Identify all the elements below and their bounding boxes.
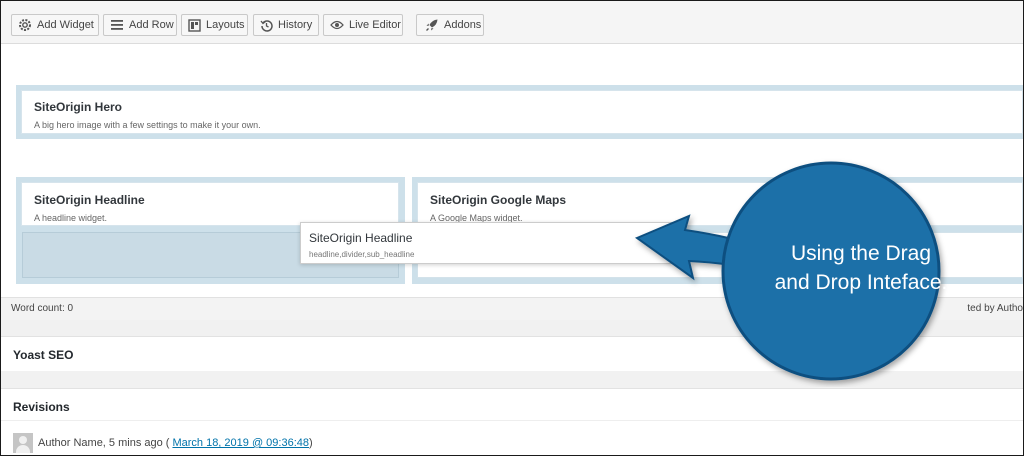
widget-hero[interactable]: SiteOrigin Hero A big hero image with a … (21, 90, 1023, 134)
page-builder-toolbar: Add Widget Add Row Layouts History Live … (1, 1, 1023, 44)
history-label: History (278, 19, 313, 31)
dragging-widget-meta: headline,divider,sub_headline (309, 250, 415, 259)
word-count: Word count: 0 (11, 303, 74, 314)
eye-icon (330, 20, 344, 30)
yoast-seo-title[interactable]: Yoast SEO (13, 348, 73, 362)
addons-label: Addons (444, 19, 482, 31)
revision-link[interactable]: March 18, 2019 @ 09:36:48 (172, 437, 309, 449)
dragging-widget[interactable]: SiteOrigin Headline headline,divider,sub… (300, 222, 672, 264)
add-widget-button[interactable]: Add Widget (11, 14, 99, 36)
revision-entry: Author Name, 5 mins ago (March 18, 2019 … (13, 432, 313, 454)
avatar (13, 433, 33, 453)
gear-icon (19, 19, 31, 31)
live-editor-button[interactable]: Live Editor (323, 14, 403, 36)
layouts-label: Layouts (206, 19, 245, 31)
revision-close: ) (309, 437, 313, 449)
widget-headline[interactable]: SiteOrigin Headline A headline widget. (21, 182, 399, 226)
dragging-widget-title: SiteOrigin Headline (309, 231, 413, 245)
revision-author: Author Name, 5 mins ago ( (38, 437, 170, 449)
layout-icon (188, 18, 201, 32)
add-row-button[interactable]: Add Row (103, 14, 177, 36)
rocket-icon (426, 19, 438, 31)
callout-line-1: Using the Drag (790, 242, 932, 265)
callout-text: Using the Drag and Drop Inteface. (751, 239, 971, 297)
widget-description: A headline widget. (34, 213, 108, 223)
layouts-button[interactable]: Layouts (181, 14, 248, 36)
list-icon (111, 20, 123, 30)
divider (1, 420, 1023, 421)
widget-title: SiteOrigin Hero (34, 100, 123, 114)
widget-title: SiteOrigin Headline (34, 193, 145, 207)
widget-title: SiteOrigin Google Maps (430, 193, 567, 207)
history-icon (260, 19, 273, 32)
widget-description: A big hero image with a few settings to … (34, 120, 261, 130)
revisions-title[interactable]: Revisions (13, 400, 70, 414)
history-button[interactable]: History (253, 14, 319, 36)
live-editor-label: Live Editor (349, 19, 401, 31)
add-widget-label: Add Widget (37, 19, 94, 31)
add-row-label: Add Row (129, 19, 174, 31)
screenshot-frame: Add Widget Add Row Layouts History Live … (0, 0, 1024, 456)
addons-button[interactable]: Addons (416, 14, 484, 36)
callout-line-2: and Drop Inteface. (774, 271, 948, 294)
